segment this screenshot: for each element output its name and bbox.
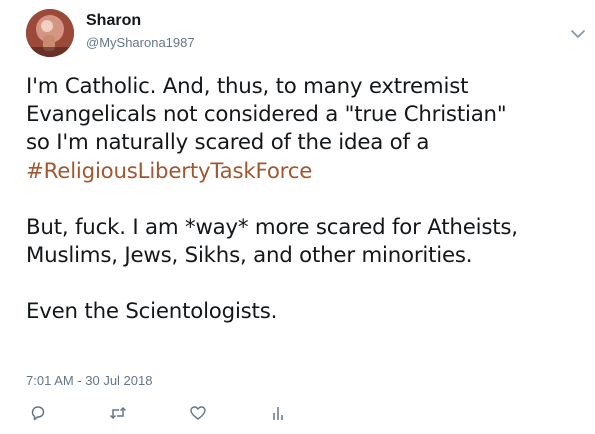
tweet-text-line: Even the Scientologists. [26, 299, 278, 325]
tweet-card: Sharon @MySharona1987 I'm Catholic. And,… [0, 0, 595, 434]
tweet-text-line: Evangelicals not considered a "true Chri… [26, 102, 507, 128]
analytics-button[interactable] [268, 402, 290, 424]
avatar-image [26, 9, 74, 57]
retweet-icon [109, 406, 127, 420]
reply-button[interactable] [27, 402, 49, 424]
heart-icon [190, 406, 206, 420]
tweet-timestamp[interactable]: 7:01 AM - 30 Jul 2018 [26, 373, 152, 388]
like-button[interactable] [187, 402, 209, 424]
analytics-icon [273, 407, 283, 420]
reply-icon [31, 406, 45, 421]
avatar[interactable] [26, 9, 74, 57]
tweet-text-line: so I'm naturally scared of the idea of a [26, 130, 430, 156]
tweet-text-line: But, fuck. I am *way* more scared for At… [26, 214, 518, 240]
hashtag-link[interactable]: #ReligiousLibertyTaskForce [26, 159, 312, 184]
author-name[interactable]: Sharon [86, 12, 141, 30]
chevron-down-icon[interactable] [568, 24, 588, 44]
author-handle[interactable]: @MySharona1987 [86, 35, 195, 50]
tweet-text: I'm Catholic. And, thus, to many extremi… [26, 73, 591, 326]
retweet-button[interactable] [107, 402, 129, 424]
tweet-text-line: Muslims, Jews, Sikhs, and other minoriti… [26, 243, 473, 269]
tweet-actions [0, 400, 595, 426]
tweet-text-line: I'm Catholic. And, thus, to many extremi… [26, 74, 469, 99]
